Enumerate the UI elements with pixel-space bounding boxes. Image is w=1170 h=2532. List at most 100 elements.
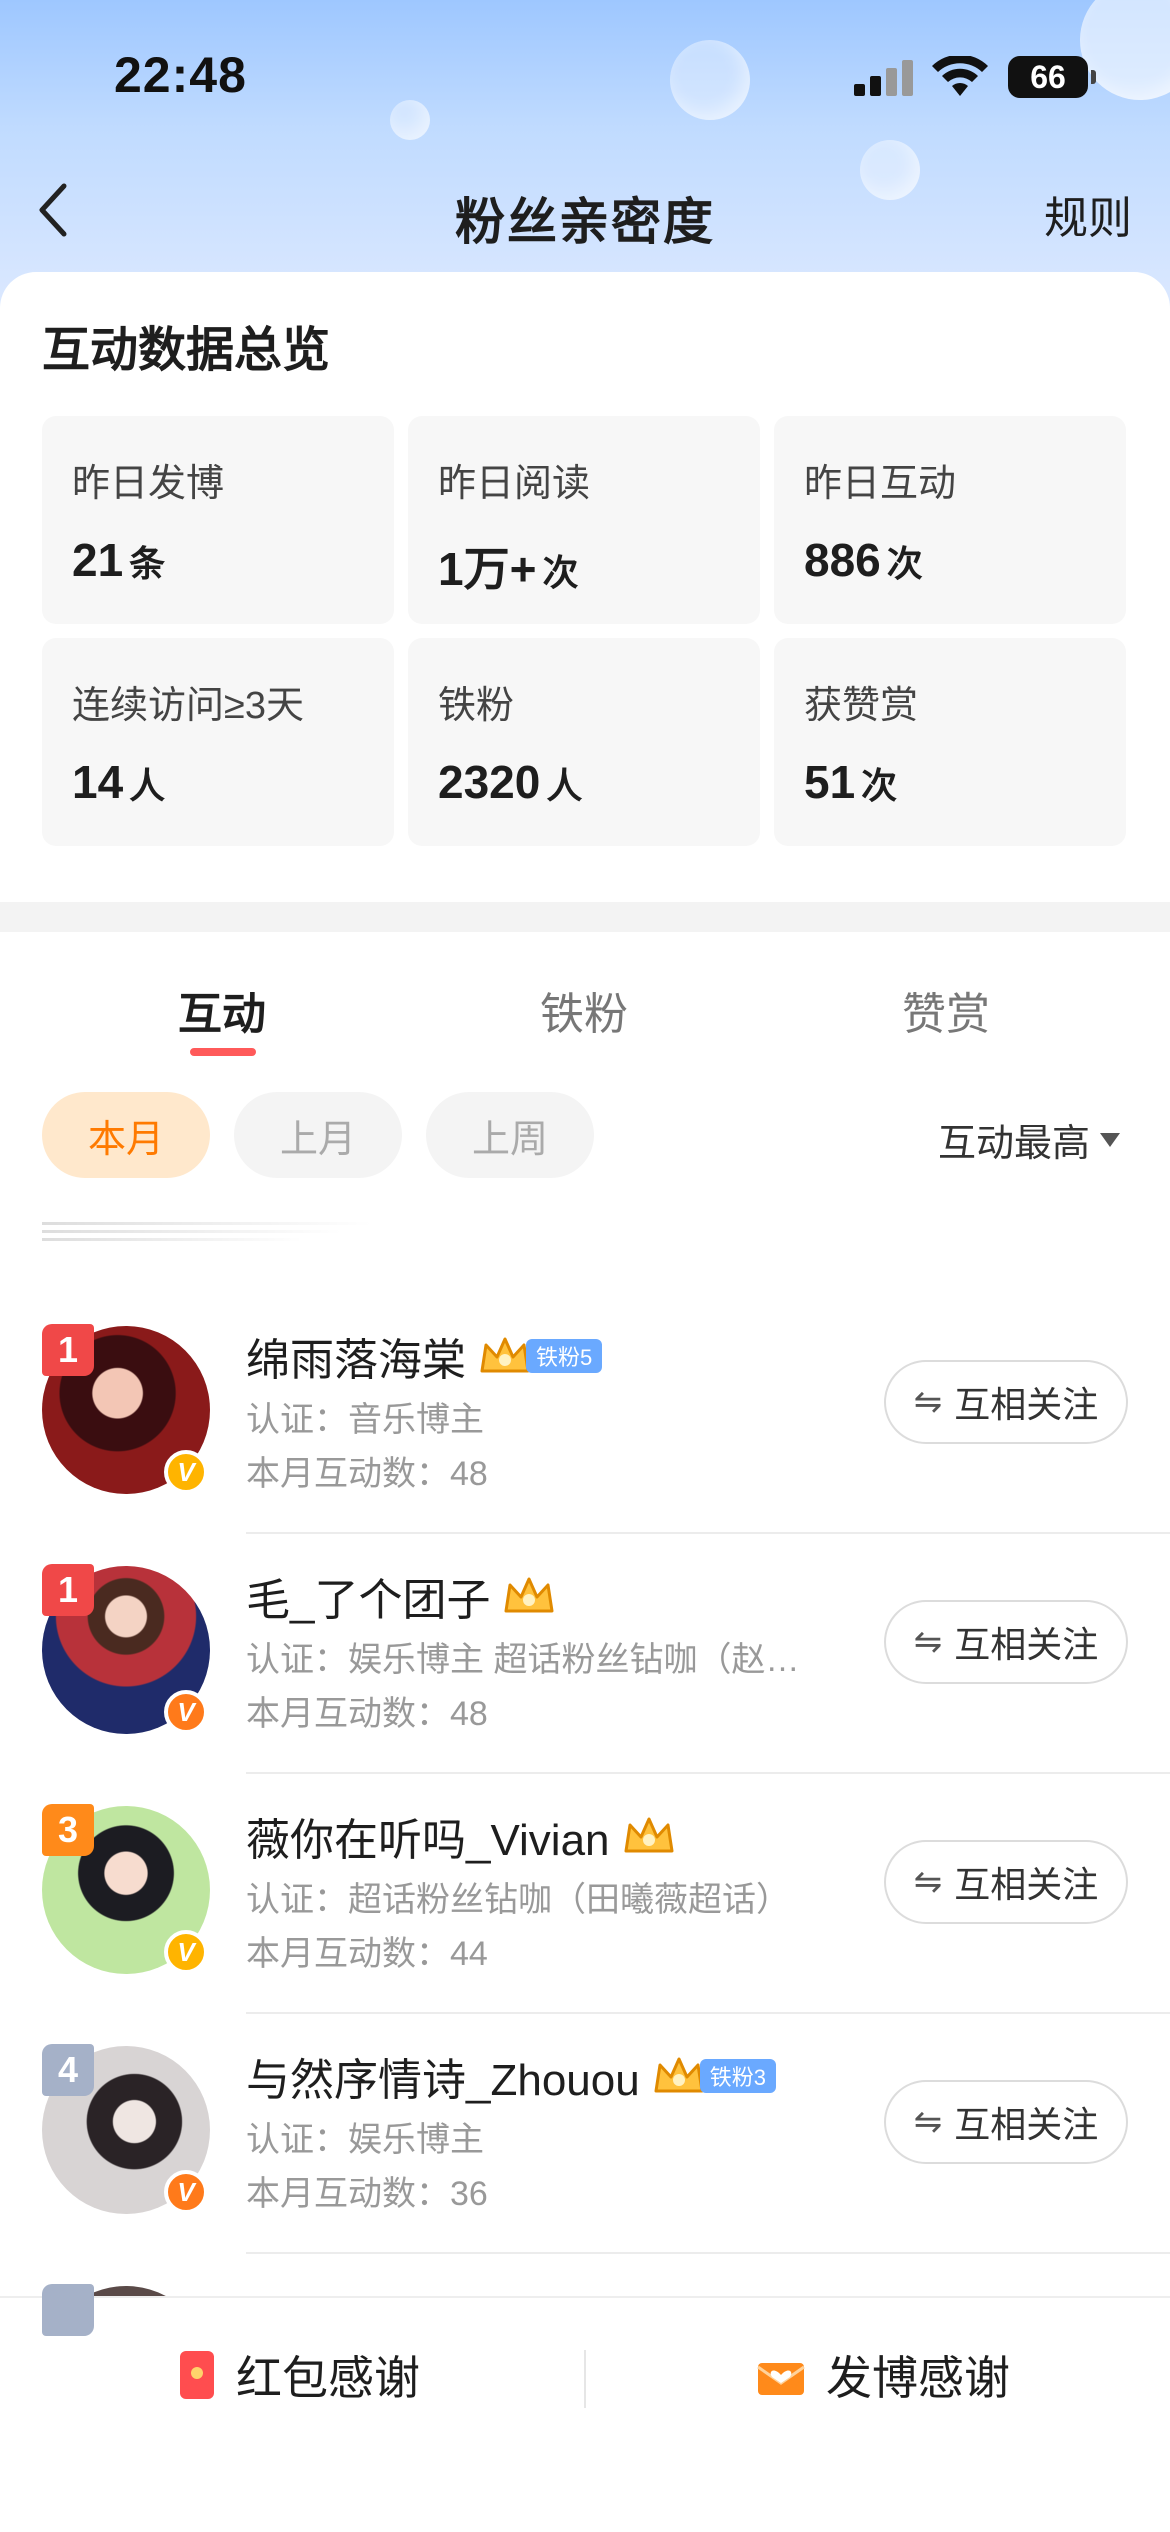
page-title: 粉丝亲密度	[455, 194, 715, 250]
rules-link[interactable]: 规则	[1044, 182, 1132, 246]
fan-level-badge: 铁粉3	[699, 2059, 776, 2093]
stat-unit: 次	[861, 765, 898, 806]
stat-label: 获赞赏	[804, 685, 919, 727]
nav-bar: 粉丝亲密度 规则	[0, 160, 1170, 260]
filter-this-month[interactable]: 本月	[42, 1092, 210, 1178]
tab-iron-fans[interactable]: 铁粉	[484, 978, 684, 1042]
stat-value: 14	[72, 756, 124, 808]
stat-unit: 次	[542, 552, 579, 593]
list-item[interactable]: 1 V 绵雨落海棠 铁粉5 认证：音乐博主 本月互动数：48 ⇋ 互相关注	[0, 1294, 1170, 1534]
stat-cell: 铁粉 2320 人	[408, 638, 760, 846]
rank-badge: 4	[42, 2044, 94, 2096]
stat-unit: 次	[886, 543, 923, 584]
sort-dropdown[interactable]: 互动最高	[938, 1112, 1120, 1167]
certification-text: 认证：娱乐博主	[246, 2121, 484, 2159]
swap-arrows-icon: ⇋	[913, 2103, 943, 2141]
stat-value: 2320	[438, 756, 541, 808]
stats-grid: 昨日发博 21 条 昨日阅读 1万+ 次 昨日互动 886 次 连续访问≥3天 14 人…	[42, 416, 1128, 846]
post-thanks-label: 发博感谢	[826, 2352, 1010, 2404]
tab-rewards[interactable]: 赞赏	[846, 978, 1046, 1042]
status-bar: 22:48 66	[0, 0, 1170, 150]
mutual-follow-button[interactable]: ⇋ 互相关注	[884, 1600, 1128, 1684]
swap-arrows-icon: ⇋	[913, 1623, 943, 1661]
cellular-signal-icon	[854, 60, 914, 96]
stat-label: 昨日互动	[804, 463, 957, 505]
filter-last-week[interactable]: 上周	[426, 1092, 594, 1178]
interaction-count: 本月互动数：36	[246, 2175, 488, 2213]
mutual-follow-button[interactable]: ⇋ 互相关注	[884, 1360, 1128, 1444]
rank-badge	[42, 2284, 94, 2336]
rank-badge: 1	[42, 1564, 94, 1616]
follow-label: 互相关注	[954, 1864, 1099, 1905]
filter-last-month[interactable]: 上月	[234, 1092, 402, 1178]
divider	[584, 2350, 586, 2408]
stat-label: 连续访问≥3天	[72, 685, 304, 727]
red-packet-icon	[180, 2351, 214, 2399]
overview-title: 互动数据总览	[42, 324, 331, 377]
list-item[interactable]: 1 V 毛_了个团子 认证：娱乐博主 超话粉丝钻咖（赵… 本月互动数：48 ⇋ …	[0, 1534, 1170, 1774]
stat-value: 21	[72, 534, 124, 586]
certification-text: 认证：超话粉丝钻咖（田曦薇超话）	[246, 1881, 790, 1919]
stat-value: 51	[804, 756, 856, 808]
mutual-follow-button[interactable]: ⇋ 互相关注	[884, 1840, 1128, 1924]
stat-value: 886	[804, 534, 881, 586]
interaction-count: 本月互动数：48	[246, 1455, 488, 1493]
verified-badge-icon: V	[164, 1690, 208, 1734]
stat-unit: 人	[129, 765, 166, 806]
wifi-icon	[932, 56, 988, 96]
swap-arrows-icon: ⇋	[913, 1383, 943, 1421]
stat-label: 铁粉	[438, 685, 515, 727]
fan-name[interactable]: 绵雨落海棠	[246, 1324, 466, 1388]
stat-cell: 昨日互动 886 次	[774, 416, 1126, 624]
active-tab-indicator	[190, 1048, 256, 1056]
interaction-count: 本月互动数：44	[246, 1935, 488, 1973]
rank-badge: 1	[42, 1324, 94, 1376]
interaction-count: 本月互动数：48	[246, 1695, 488, 1733]
stat-unit: 条	[129, 543, 166, 584]
verified-badge-icon: V	[164, 1450, 208, 1494]
caret-down-icon	[1100, 1132, 1120, 1147]
follow-label: 互相关注	[954, 2104, 1099, 2145]
stat-cell: 昨日发博 21 条	[42, 416, 394, 624]
heart-envelope-icon	[757, 2363, 805, 2395]
tab-interaction[interactable]: 互动	[122, 978, 322, 1042]
swap-arrows-icon: ⇋	[913, 1863, 943, 1901]
crown-icon	[624, 1817, 674, 1853]
stat-cell: 获赞赏 51 次	[774, 638, 1126, 846]
post-thanks-button[interactable]: 发博感谢	[756, 2342, 1010, 2408]
filter-bar: 本月 上月 上周 互动最高	[42, 1092, 1142, 1178]
status-time: 22:48	[114, 47, 247, 103]
follow-label: 互相关注	[954, 1384, 1099, 1425]
list-item[interactable]: 4 V 与然序情诗_Zhouou 铁粉3 认证：娱乐博主 本月互动数：36 ⇋ …	[0, 2014, 1170, 2254]
list-item[interactable]: 3 V 薇你在听吗_Vivian 认证：超话粉丝钻咖（田曦薇超话） 本月互动数：…	[0, 1774, 1170, 2014]
fan-name[interactable]: 薇你在听吗_Vivian	[246, 1804, 610, 1868]
fan-level-badge: 铁粉5	[526, 1339, 603, 1373]
verified-badge-icon: V	[164, 1930, 208, 1974]
tab-bar: 互动 铁粉 赞赏	[0, 960, 1170, 1070]
crown-icon	[504, 1577, 554, 1613]
sort-label: 互动最高	[937, 1123, 1090, 1165]
rank-badge: 3	[42, 1804, 94, 1856]
battery-indicator: 66	[1008, 56, 1096, 98]
certification-text: 认证：娱乐博主 超话粉丝钻咖（赵…	[246, 1641, 800, 1679]
stat-label: 昨日阅读	[438, 463, 591, 505]
redpacket-thanks-label: 红包感谢	[236, 2352, 420, 2404]
crown-icon	[654, 2057, 704, 2093]
loading-indicator	[42, 1222, 372, 1242]
stat-cell: 连续访问≥3天 14 人	[42, 638, 394, 846]
overview-card: 互动数据总览 昨日发博 21 条 昨日阅读 1万+ 次 昨日互动 886 次 连续访问…	[0, 272, 1170, 902]
stat-cell: 昨日阅读 1万+ 次	[408, 416, 760, 624]
bottom-action-bar: 红包感谢 发博感谢	[0, 2296, 1170, 2532]
redpacket-thanks-button[interactable]: 红包感谢	[180, 2342, 420, 2408]
follow-label: 互相关注	[954, 1624, 1099, 1665]
fan-name[interactable]: 毛_了个团子	[246, 1564, 490, 1628]
verified-badge-icon: V	[164, 2170, 208, 2214]
stat-label: 昨日发博	[72, 463, 225, 505]
stat-unit: 人	[546, 765, 583, 806]
fan-name[interactable]: 与然序情诗_Zhouou	[246, 2044, 640, 2108]
crown-icon	[480, 1337, 530, 1373]
section-divider	[0, 902, 1170, 932]
certification-text: 认证：音乐博主	[246, 1401, 484, 1439]
mutual-follow-button[interactable]: ⇋ 互相关注	[884, 2080, 1128, 2164]
stat-value: 1万+	[438, 543, 537, 595]
